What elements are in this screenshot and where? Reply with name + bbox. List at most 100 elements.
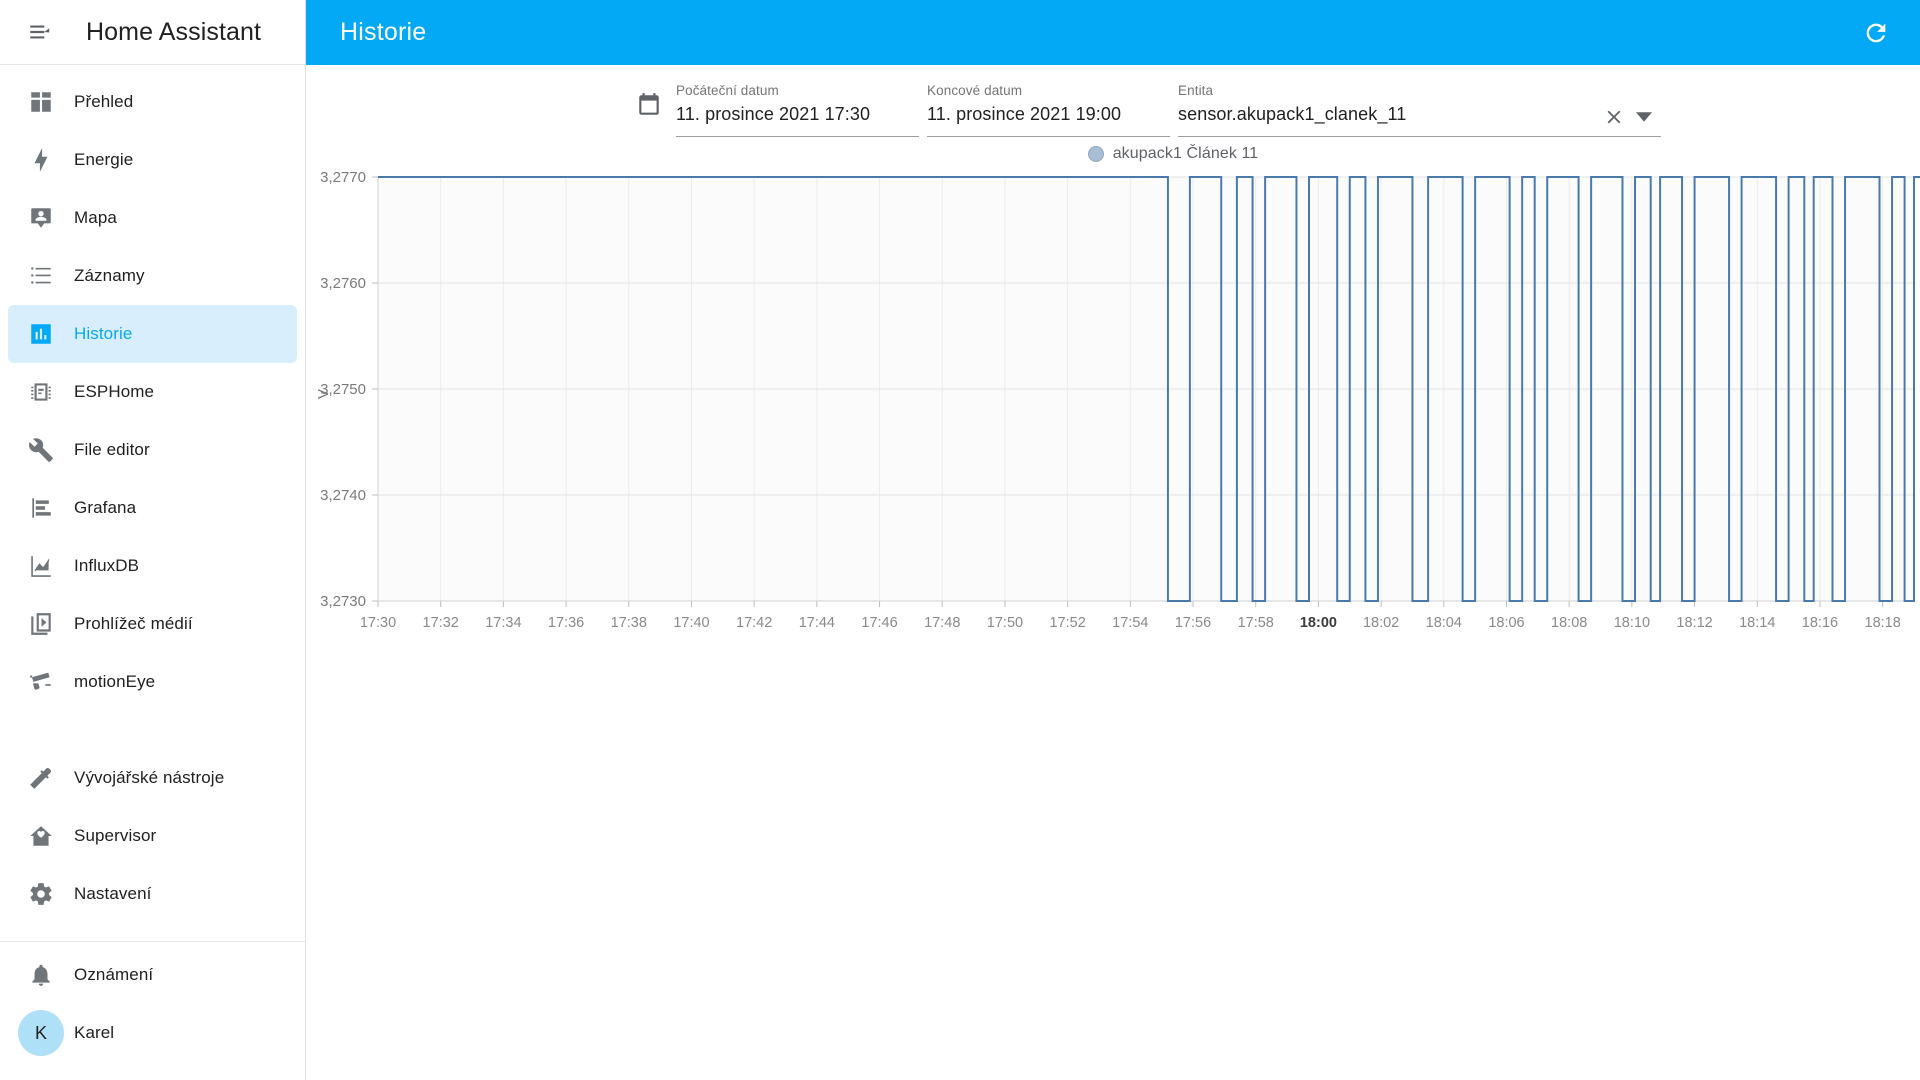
sidebar-item-grafana[interactable]: Grafana bbox=[8, 479, 297, 537]
svg-text:18:06: 18:06 bbox=[1488, 615, 1524, 631]
sidebar-item-influxdb[interactable]: InfluxDB bbox=[8, 537, 297, 595]
menu-collapse-icon[interactable] bbox=[16, 8, 64, 56]
sidebar-item-mapa[interactable]: Mapa bbox=[8, 189, 297, 247]
legend-label[interactable]: akupack1 Článek 11 bbox=[1113, 145, 1259, 163]
sidebar-item-label: InfluxDB bbox=[74, 556, 140, 575]
lightning-bolt-icon bbox=[8, 147, 74, 173]
sidebar-item-label: Mapa bbox=[74, 208, 117, 227]
refresh-icon[interactable] bbox=[1852, 9, 1900, 57]
svg-text:3,2730: 3,2730 bbox=[320, 593, 366, 610]
hammer-icon bbox=[8, 765, 74, 791]
svg-text:18:12: 18:12 bbox=[1676, 615, 1712, 631]
svg-text:17:50: 17:50 bbox=[987, 615, 1023, 631]
close-icon[interactable] bbox=[1601, 104, 1627, 130]
entity-input[interactable]: sensor.akupack1_clanek_11 bbox=[1178, 104, 1601, 130]
sidebar-item-vyvojarske-nastroje[interactable]: Vývojářské nástroje bbox=[8, 749, 297, 807]
history-chart[interactable]: 17:30 17:32 17:34 17:36 17:38 17:40 17:42 17:44… bbox=[306, 169, 1920, 679]
end-date-input[interactable]: 11. prosince 2021 19:00 bbox=[927, 104, 1170, 130]
svg-text:17:32: 17:32 bbox=[423, 615, 459, 631]
sidebar-item-label: ESPHome bbox=[74, 382, 155, 401]
format-list-bulleted-icon bbox=[8, 263, 74, 289]
sidebar: Home Assistant Přehled Energie Mapa Zázn… bbox=[0, 0, 306, 1080]
legend-color-swatch bbox=[1087, 146, 1104, 162]
start-date-input[interactable]: 11. prosince 2021 17:30 bbox=[676, 104, 919, 130]
svg-text:18:14: 18:14 bbox=[1739, 615, 1775, 631]
entity-row: sensor.akupack1_clanek_11 bbox=[1178, 104, 1661, 130]
sidebar-item-prehled[interactable]: Přehled bbox=[8, 73, 297, 131]
app-title: Home Assistant bbox=[86, 17, 262, 46]
calendar-icon[interactable] bbox=[636, 92, 662, 123]
wrench-icon bbox=[8, 437, 74, 463]
sidebar-item-historie[interactable]: Historie bbox=[8, 305, 297, 363]
history-content: Počáteční datum 11. prosince 2021 17:30 … bbox=[306, 65, 1920, 1080]
start-date-label: Počáteční datum bbox=[676, 83, 779, 98]
svg-text:17:56: 17:56 bbox=[1175, 615, 1211, 631]
entity-field[interactable]: Entita sensor.akupack1_clanek_11 bbox=[1178, 83, 1661, 137]
end-date-label: Koncové datum bbox=[927, 83, 1023, 98]
svg-text:17:44: 17:44 bbox=[799, 615, 835, 631]
sidebar-item-oznameni[interactable]: Oznámení bbox=[8, 946, 297, 1004]
start-date-field[interactable]: Počáteční datum 11. prosince 2021 17:30 bbox=[676, 83, 919, 137]
svg-text:17:42: 17:42 bbox=[736, 615, 772, 631]
history-filter-bar: Počáteční datum 11. prosince 2021 17:30 … bbox=[306, 65, 1920, 137]
svg-text:3,2740: 3,2740 bbox=[320, 487, 366, 504]
svg-text:V: V bbox=[315, 389, 332, 399]
svg-text:17:46: 17:46 bbox=[861, 615, 897, 631]
sidebar-item-label: Vývojářské nástroje bbox=[74, 768, 225, 787]
svg-text:17:54: 17:54 bbox=[1112, 615, 1148, 631]
entity-label: Entita bbox=[1178, 83, 1214, 98]
svg-text:18:18: 18:18 bbox=[1865, 615, 1901, 631]
sidebar-footer: Oznámení K Karel bbox=[0, 937, 305, 1080]
avatar-wrap: K bbox=[8, 1010, 74, 1056]
sidebar-item-file-editor[interactable]: File editor bbox=[8, 421, 297, 479]
sidebar-item-zaznamy[interactable]: Záznamy bbox=[8, 247, 297, 305]
cctv-icon bbox=[8, 669, 74, 695]
main-area: Historie Počáteční datum 11. prosince 20… bbox=[306, 0, 1920, 1080]
sidebar-item-label: Energie bbox=[74, 150, 134, 169]
sidebar-item-label: Oznámení bbox=[74, 965, 154, 984]
svg-text:17:58: 17:58 bbox=[1238, 615, 1274, 631]
top-app-bar: Historie bbox=[306, 0, 1920, 65]
field-underline bbox=[927, 136, 1170, 137]
svg-text:18:10: 18:10 bbox=[1614, 615, 1650, 631]
field-underline bbox=[1178, 136, 1661, 137]
sidebar-item-user[interactable]: K Karel bbox=[8, 1004, 297, 1062]
sidebar-item-esphome[interactable]: ESPHome bbox=[8, 363, 297, 421]
svg-text:18:16: 18:16 bbox=[1802, 615, 1838, 631]
svg-text:17:52: 17:52 bbox=[1049, 615, 1085, 631]
chevron-down-icon[interactable] bbox=[1627, 104, 1661, 130]
svg-text:17:34: 17:34 bbox=[485, 615, 521, 631]
sidebar-item-label: Prohlížeč médií bbox=[74, 614, 193, 633]
sidebar-nav: Přehled Energie Mapa Záznamy Historie ES… bbox=[0, 65, 305, 937]
sidebar-item-motioneye[interactable]: motionEye bbox=[8, 653, 297, 711]
chart-bar-stacked-icon bbox=[8, 495, 74, 521]
chart-legend: akupack1 Článek 11 bbox=[426, 145, 1920, 163]
sidebar-item-label: Supervisor bbox=[74, 826, 157, 845]
svg-text:3,2770: 3,2770 bbox=[320, 169, 366, 186]
sidebar-item-nastaveni[interactable]: Nastavení bbox=[8, 865, 297, 923]
bell-icon bbox=[8, 962, 74, 988]
cog-icon bbox=[8, 881, 74, 907]
sidebar-item-prohlizec-medii[interactable]: Prohlížeč médií bbox=[8, 595, 297, 653]
chip-icon bbox=[8, 379, 74, 405]
sidebar-item-label: Grafana bbox=[74, 498, 137, 517]
svg-text:17:48: 17:48 bbox=[924, 615, 960, 631]
history-chart-svg[interactable]: 17:30 17:32 17:34 17:36 17:38 17:40 17:42 17:44… bbox=[306, 169, 1920, 679]
svg-text:17:30: 17:30 bbox=[360, 615, 396, 631]
view-dashboard-icon bbox=[8, 89, 74, 115]
avatar: K bbox=[18, 1010, 64, 1056]
sidebar-item-label: Nastavení bbox=[74, 884, 152, 903]
end-date-field[interactable]: Koncové datum 11. prosince 2021 19:00 bbox=[927, 83, 1170, 137]
play-box-multiple-icon bbox=[8, 611, 74, 637]
user-name-label: Karel bbox=[74, 1023, 115, 1042]
sidebar-item-label: Záznamy bbox=[74, 266, 145, 285]
svg-text:18:02: 18:02 bbox=[1363, 615, 1399, 631]
chart-areaspline-icon bbox=[8, 553, 74, 579]
sidebar-item-supervisor[interactable]: Supervisor bbox=[8, 807, 297, 865]
svg-text:18:00: 18:00 bbox=[1300, 615, 1337, 631]
app-root: Home Assistant Přehled Energie Mapa Zázn… bbox=[0, 0, 1920, 1080]
sidebar-item-energie[interactable]: Energie bbox=[8, 131, 297, 189]
svg-text:17:38: 17:38 bbox=[611, 615, 647, 631]
sidebar-item-label: Historie bbox=[74, 324, 133, 343]
